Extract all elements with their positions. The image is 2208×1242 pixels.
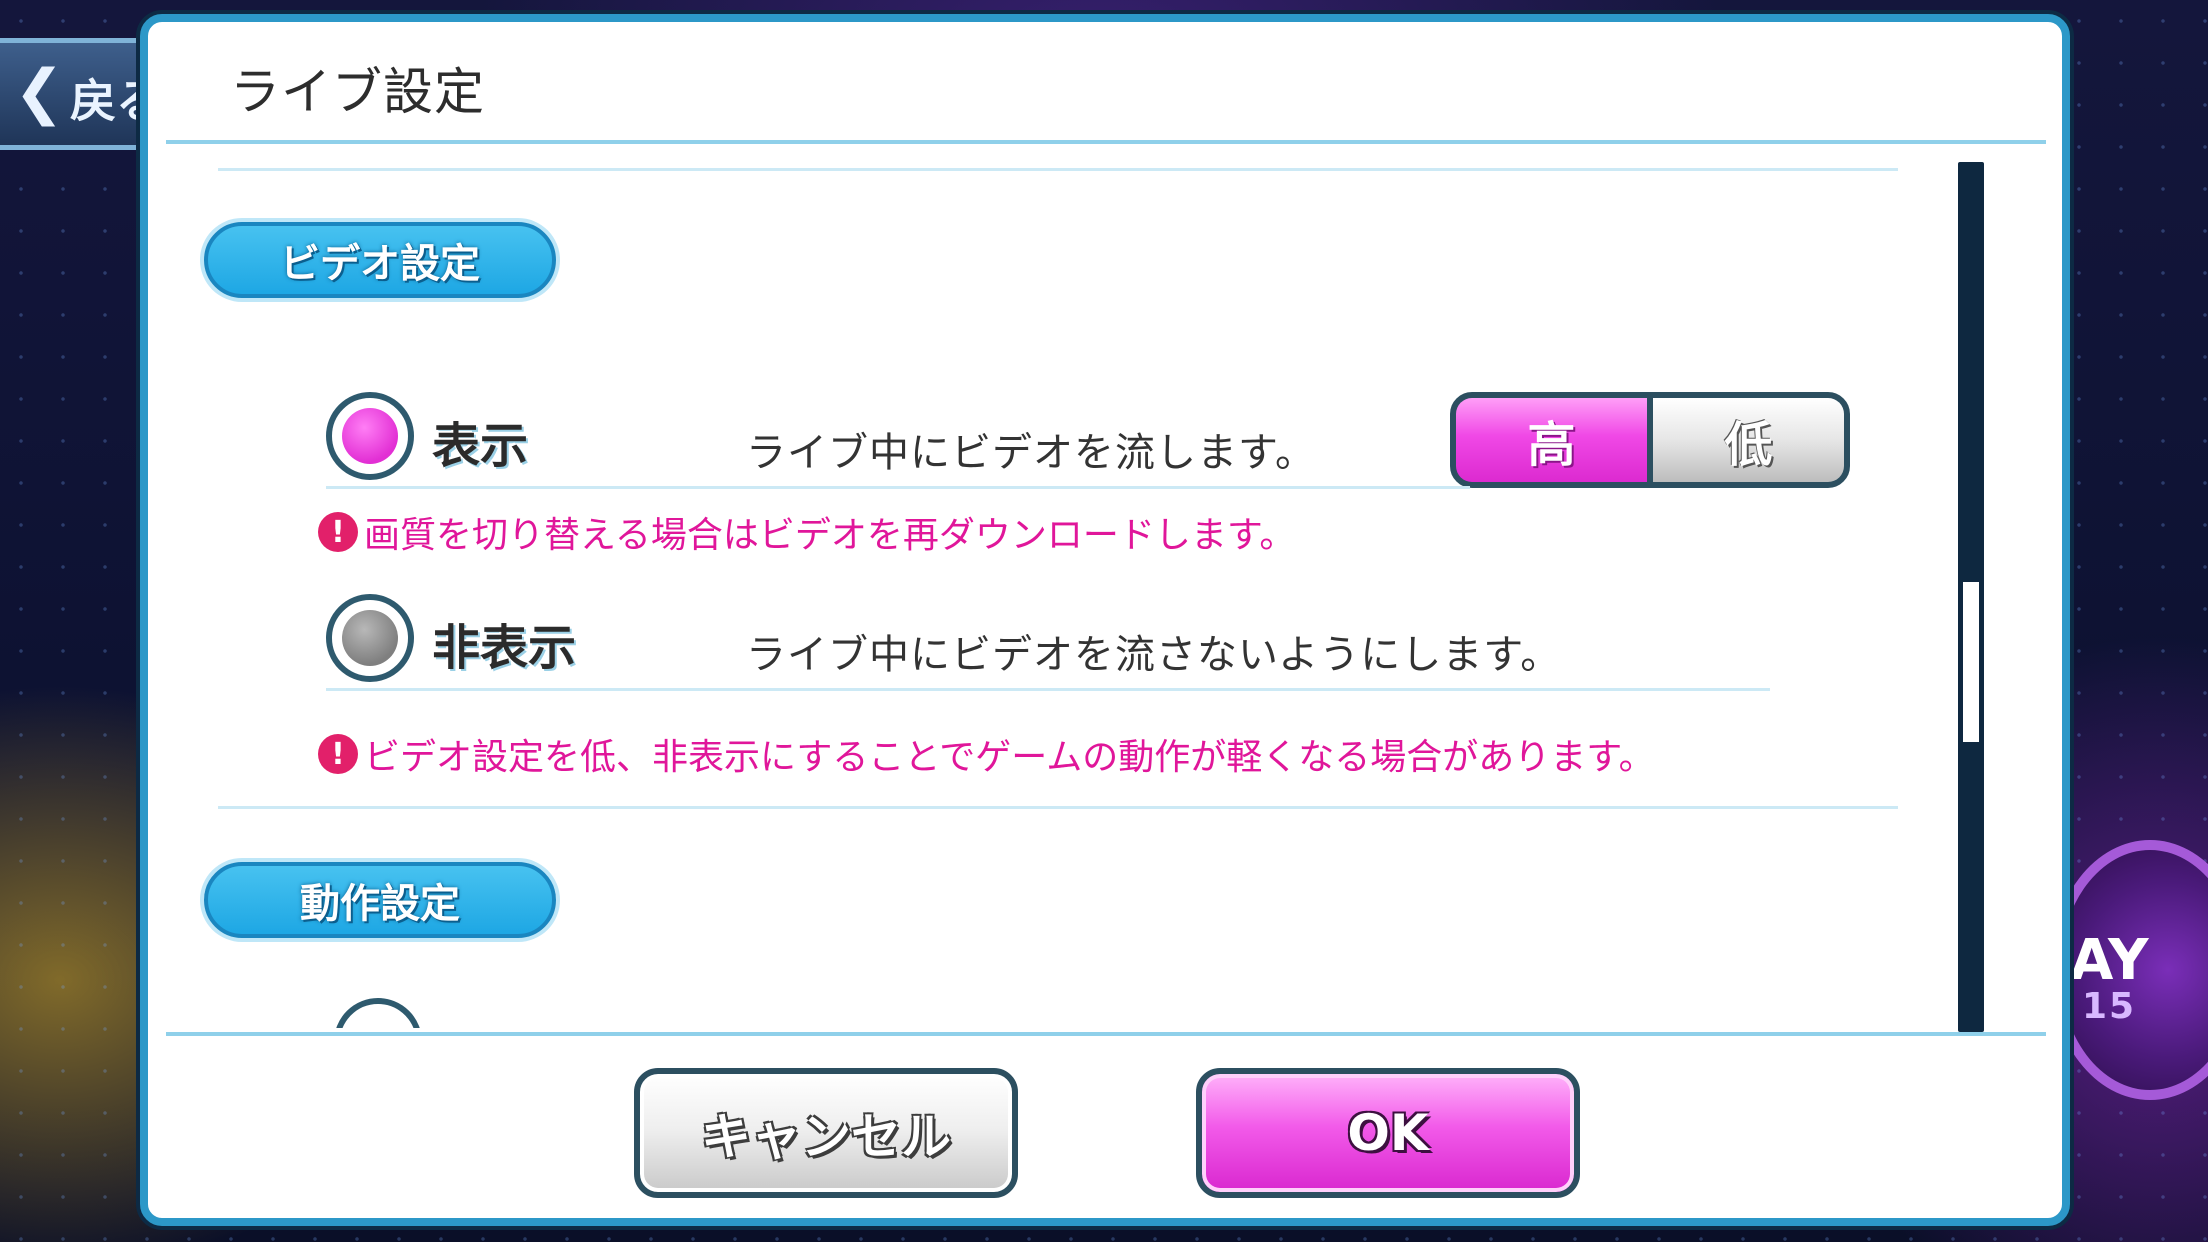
video-quality-toggle: 高 低 xyxy=(1450,392,1850,488)
title-divider xyxy=(166,140,2046,144)
radio-show-video[interactable] xyxy=(326,392,414,480)
option-divider xyxy=(326,486,1470,489)
option-divider xyxy=(326,688,1770,691)
option-description-hide: ライブ中にビデオを流さないようにします。 xyxy=(746,632,1562,678)
warning-text: ビデオ設定を低、非表示にすることでゲームの動作が軽くなる場合があります。 xyxy=(364,737,1655,778)
quality-low-button[interactable]: 低 xyxy=(1653,398,1844,482)
event-emblem-number: 15 xyxy=(2082,986,2137,1027)
radio-partially-visible[interactable] xyxy=(334,998,422,1028)
warning-icon: ! xyxy=(318,512,358,552)
video-settings-heading: ビデオ設定 xyxy=(204,222,556,298)
event-emblem-text: AY xyxy=(2070,928,2149,993)
live-settings-dialog: ライブ設定 ビデオ設定 表示 ライブ中にビデオを流します。 高 低 ! 画質を切… xyxy=(140,14,2070,1226)
radio-selected-dot xyxy=(342,408,398,464)
radio-hide-video[interactable] xyxy=(326,594,414,682)
warning-icon: ! xyxy=(318,734,358,774)
warning-performance: ! ビデオ設定を低、非表示にすることでゲームの動作が軽くなる場合があります。 xyxy=(318,728,1655,780)
section-divider xyxy=(218,806,1898,809)
scrollbar-thumb[interactable] xyxy=(1963,582,1979,742)
warning-text: 画質を切り替える場合はビデオを再ダウンロードします。 xyxy=(364,515,1296,556)
radio-unselected-dot xyxy=(342,610,398,666)
option-label-hide[interactable]: 非表示 xyxy=(432,608,576,678)
scrollbar[interactable] xyxy=(1958,162,1984,1032)
cancel-button[interactable]: キャンセル xyxy=(634,1068,1018,1198)
footer-divider xyxy=(166,1032,2046,1036)
chevron-left-icon: ❮ xyxy=(14,57,65,127)
option-label-show[interactable]: 表示 xyxy=(432,406,528,476)
warning-redownload: ! 画質を切り替える場合はビデオを再ダウンロードします。 xyxy=(318,506,1295,558)
option-description-show: ライブ中にビデオを流します。 xyxy=(746,430,1316,476)
dialog-title: ライブ設定 xyxy=(230,63,485,121)
section-divider xyxy=(218,168,1898,171)
ok-button[interactable]: OK xyxy=(1196,1068,1580,1198)
quality-high-button[interactable]: 高 xyxy=(1456,398,1647,482)
motion-settings-heading: 動作設定 xyxy=(204,862,556,938)
